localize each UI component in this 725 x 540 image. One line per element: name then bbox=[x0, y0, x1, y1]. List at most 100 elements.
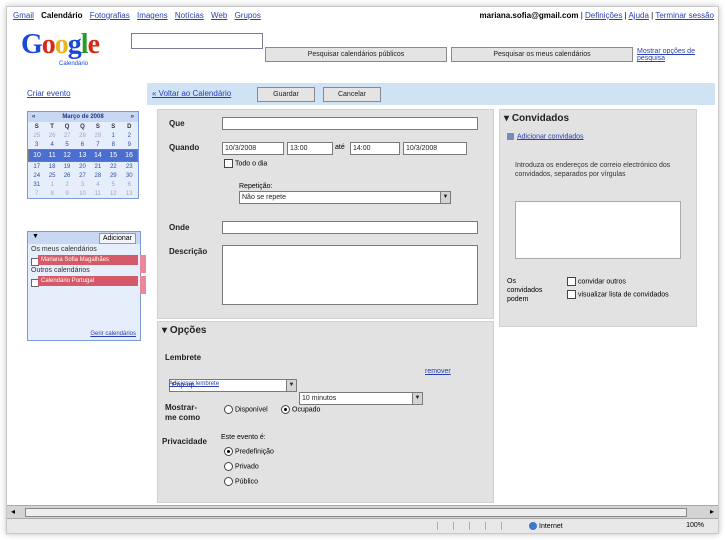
other-calendar-item[interactable]: Calendário Portugal bbox=[38, 276, 146, 294]
scrollbar-thumb[interactable] bbox=[25, 508, 687, 517]
nav-photos[interactable]: Fotografias bbox=[90, 11, 130, 20]
privacy-private-radio[interactable] bbox=[224, 462, 233, 471]
add-reminder-link[interactable]: Adicionar lembrete bbox=[169, 381, 219, 387]
day-cell[interactable]: 30 bbox=[121, 171, 137, 180]
day-cell[interactable]: 17 bbox=[29, 162, 45, 172]
day-cell[interactable]: 9 bbox=[121, 140, 137, 150]
zoom-level[interactable]: 100% bbox=[686, 522, 704, 529]
google-logo[interactable]: Google bbox=[21, 29, 100, 61]
search-mine-button[interactable]: Pesquisar os meus calendários bbox=[451, 47, 633, 62]
day-cell[interactable]: 26 bbox=[59, 171, 74, 180]
scroll-right-icon[interactable]: ▸ bbox=[710, 507, 714, 516]
day-cell[interactable]: 10 bbox=[75, 189, 90, 198]
add-guests-link[interactable]: Adicionar convidados bbox=[507, 133, 584, 140]
day-cell[interactable]: 4 bbox=[45, 140, 59, 150]
nav-calendar[interactable]: Calendário bbox=[41, 11, 82, 20]
day-cell[interactable]: 3 bbox=[75, 180, 90, 189]
my-calendar-item[interactable]: Mariana Sofia Magalhães bbox=[38, 255, 146, 273]
day-cell[interactable]: 27 bbox=[59, 131, 74, 140]
end-date-input[interactable]: 10/3/2008 bbox=[403, 142, 467, 155]
day-cell[interactable]: 3 bbox=[29, 140, 45, 150]
day-cell[interactable]: 10 bbox=[28, 149, 45, 162]
search-public-button[interactable]: Pesquisar calendários públicos bbox=[265, 47, 447, 62]
add-calendar-button[interactable]: Adicionar bbox=[98, 233, 136, 244]
day-cell[interactable]: 28 bbox=[75, 131, 90, 140]
day-cell[interactable]: 5 bbox=[106, 180, 121, 189]
remove-reminder-link[interactable]: remover bbox=[425, 368, 451, 375]
privacy-public-radio[interactable] bbox=[224, 477, 233, 486]
start-time-input[interactable]: 13:00 bbox=[287, 142, 333, 155]
day-cell[interactable]: 29 bbox=[106, 171, 121, 180]
back-to-calendar-link[interactable]: « Voltar ao Calendário bbox=[152, 89, 231, 98]
settings-link[interactable]: Definições bbox=[585, 11, 622, 20]
day-cell[interactable]: 31 bbox=[29, 180, 45, 189]
guests-textarea[interactable] bbox=[515, 201, 681, 259]
privacy-default-option[interactable]: Predefinição bbox=[224, 447, 274, 456]
calendar-color-swatch[interactable] bbox=[140, 255, 146, 273]
privacy-public-option[interactable]: Público bbox=[224, 477, 258, 486]
calendar-color-swatch[interactable] bbox=[140, 276, 146, 294]
day-cell[interactable]: 8 bbox=[106, 140, 121, 150]
scroll-left-icon[interactable]: ◂ bbox=[11, 507, 15, 516]
day-cell[interactable]: 13 bbox=[121, 189, 137, 198]
collapse-arrow-icon[interactable]: ▼ bbox=[32, 233, 39, 240]
nav-gmail[interactable]: Gmail bbox=[13, 11, 34, 20]
day-cell[interactable]: 29 bbox=[90, 131, 105, 140]
day-cell[interactable]: 7 bbox=[90, 140, 105, 150]
day-cell[interactable]: 6 bbox=[75, 140, 90, 150]
day-cell[interactable]: 1 bbox=[106, 131, 121, 140]
create-event-link[interactable]: Criar evento bbox=[27, 89, 71, 98]
day-cell[interactable]: 25 bbox=[45, 171, 59, 180]
day-cell[interactable]: 18 bbox=[45, 162, 59, 172]
manage-calendars-link[interactable]: Gerir calendários bbox=[90, 331, 136, 337]
day-cell[interactable]: 9 bbox=[59, 189, 74, 198]
end-time-input[interactable]: 14:00 bbox=[350, 142, 400, 155]
day-cell[interactable]: 4 bbox=[90, 180, 105, 189]
day-cell[interactable]: 2 bbox=[121, 131, 137, 140]
day-cell-today[interactable]: 16 bbox=[121, 149, 138, 162]
invite-others-option[interactable]: convidar outros bbox=[567, 277, 626, 286]
available-option[interactable]: Disponível bbox=[224, 405, 268, 414]
cancel-button[interactable]: Cancelar bbox=[323, 87, 381, 102]
nav-images[interactable]: Imagens bbox=[137, 11, 168, 20]
next-month-button[interactable]: » bbox=[131, 112, 134, 122]
day-cell[interactable]: 28 bbox=[90, 171, 105, 180]
reminder-time-select[interactable]: 10 minutos ▼ bbox=[299, 392, 423, 405]
see-list-checkbox[interactable] bbox=[567, 290, 576, 299]
horizontal-scrollbar[interactable]: ◂ ▸ bbox=[7, 505, 718, 518]
help-link[interactable]: Ajuda bbox=[628, 11, 648, 20]
day-cell[interactable]: 14 bbox=[90, 149, 106, 162]
nav-groups[interactable]: Grupos bbox=[235, 11, 261, 20]
day-cell[interactable]: 11 bbox=[90, 189, 105, 198]
day-cell[interactable]: 11 bbox=[44, 149, 60, 162]
day-cell[interactable]: 6 bbox=[121, 180, 137, 189]
day-cell[interactable]: 23 bbox=[121, 162, 137, 172]
day-cell[interactable]: 7 bbox=[29, 189, 45, 198]
description-textarea[interactable] bbox=[222, 245, 478, 305]
nav-web[interactable]: Web bbox=[211, 11, 227, 20]
repeat-select[interactable]: Não se repete ▼ bbox=[239, 191, 451, 204]
privacy-private-option[interactable]: Privado bbox=[224, 462, 259, 471]
day-cell[interactable]: 26 bbox=[45, 131, 59, 140]
search-input[interactable] bbox=[131, 33, 263, 49]
save-button[interactable]: Guardar bbox=[257, 87, 315, 102]
day-cell[interactable]: 15 bbox=[105, 149, 122, 162]
privacy-default-radio[interactable] bbox=[224, 447, 233, 456]
what-input[interactable] bbox=[222, 117, 478, 130]
show-search-options-link[interactable]: Mostrar opções de pesquisa bbox=[637, 48, 718, 62]
prev-month-button[interactable]: « bbox=[32, 112, 35, 122]
busy-radio[interactable] bbox=[281, 405, 290, 414]
available-radio[interactable] bbox=[224, 405, 233, 414]
nav-news[interactable]: Notícias bbox=[175, 11, 204, 20]
add-guests-label[interactable]: Adicionar convidados bbox=[517, 133, 584, 140]
day-cell[interactable]: 2 bbox=[59, 180, 74, 189]
day-cell[interactable]: 21 bbox=[90, 162, 105, 172]
day-cell[interactable]: 24 bbox=[29, 171, 45, 180]
busy-option[interactable]: Ocupado bbox=[281, 405, 320, 414]
all-day-option[interactable]: Todo o dia bbox=[224, 159, 267, 168]
start-date-input[interactable]: 10/3/2008 bbox=[222, 142, 284, 155]
day-cell[interactable]: 5 bbox=[59, 140, 74, 150]
see-list-option[interactable]: visualizar lista de convidados bbox=[567, 290, 677, 299]
day-cell[interactable]: 27 bbox=[75, 171, 90, 180]
day-cell[interactable]: 1 bbox=[45, 180, 59, 189]
